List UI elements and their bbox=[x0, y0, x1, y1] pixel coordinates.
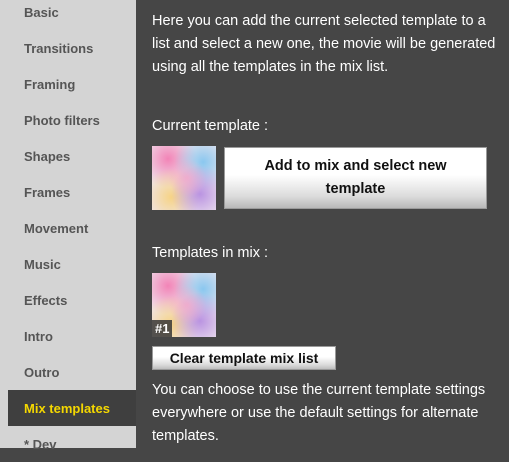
sidebar: Basic Transitions Framing Photo filters … bbox=[0, 0, 136, 452]
sidebar-item-outro[interactable]: Outro bbox=[8, 354, 136, 390]
mix-item-number-badge: #1 bbox=[152, 320, 173, 337]
intro-text: Here you can add the current selected te… bbox=[152, 13, 496, 75]
sidebar-item-framing[interactable]: Framing bbox=[8, 66, 136, 102]
sidebar-item-music[interactable]: Music bbox=[8, 246, 136, 282]
current-template-thumbnail bbox=[152, 146, 216, 210]
mix-template-thumbnail[interactable]: #1 bbox=[152, 273, 216, 337]
sidebar-item-photo-filters[interactable]: Photo filters bbox=[8, 102, 136, 138]
sidebar-item-transitions[interactable]: Transitions bbox=[8, 30, 136, 66]
templates-in-mix-label: Templates in mix : bbox=[152, 245, 269, 261]
add-to-mix-button[interactable]: Add to mix and select new template bbox=[224, 147, 487, 209]
sidebar-item-dev[interactable]: * Dev bbox=[8, 426, 136, 462]
footer-text: You can choose to use the current templa… bbox=[152, 382, 486, 444]
sidebar-item-effects[interactable]: Effects bbox=[8, 282, 136, 318]
sidebar-item-movement[interactable]: Movement bbox=[8, 210, 136, 246]
clear-mix-button[interactable]: Clear template mix list bbox=[152, 346, 336, 370]
current-template-label: Current template : bbox=[152, 118, 269, 134]
sidebar-item-mix-templates[interactable]: Mix templates bbox=[8, 390, 136, 426]
sidebar-item-shapes[interactable]: Shapes bbox=[8, 138, 136, 174]
sidebar-item-basic[interactable]: Basic bbox=[8, 0, 136, 30]
sidebar-item-frames[interactable]: Frames bbox=[8, 174, 136, 210]
sidebar-item-intro[interactable]: Intro bbox=[8, 318, 136, 354]
main-panel: Here you can add the current selected te… bbox=[136, 0, 509, 448]
